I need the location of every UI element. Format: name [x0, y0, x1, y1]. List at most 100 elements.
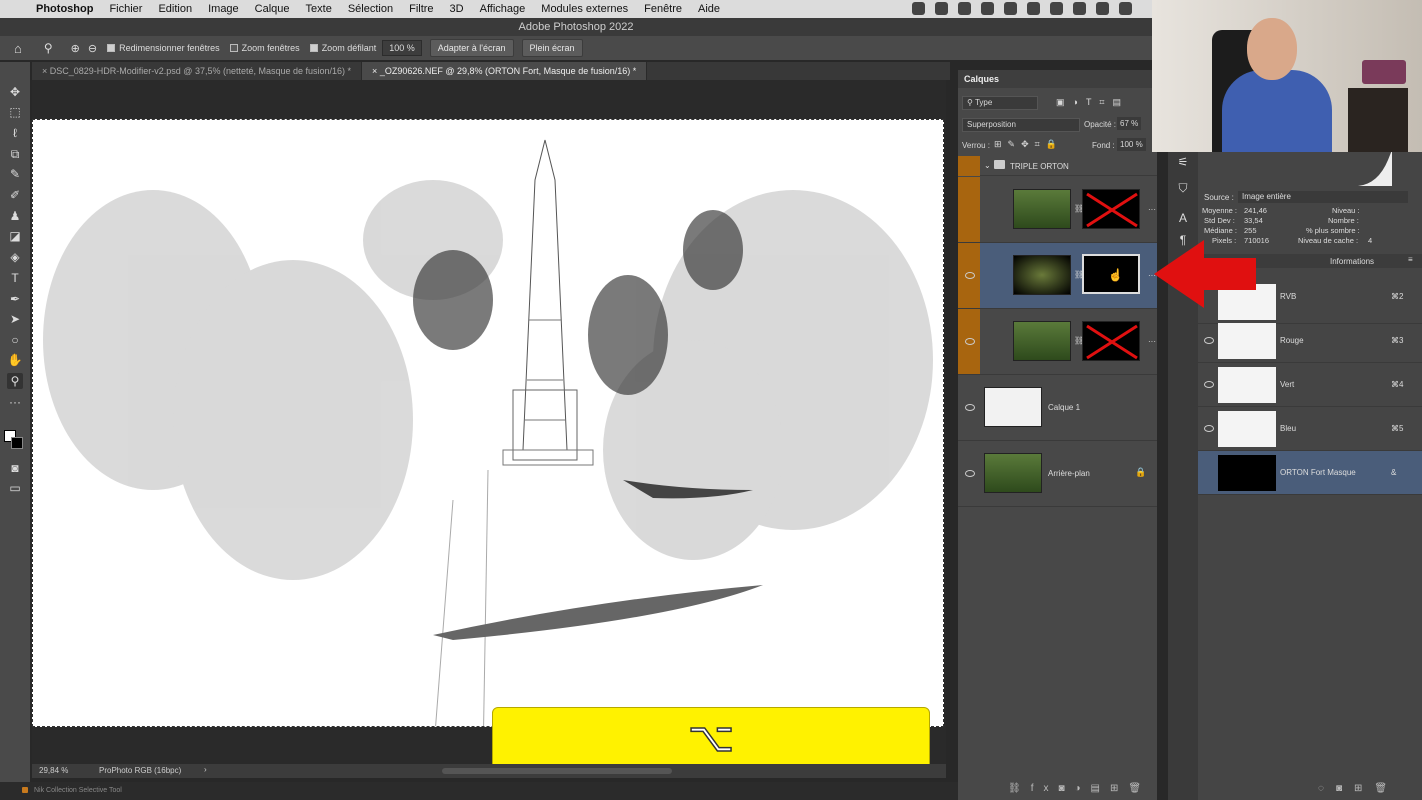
adjustments-icon[interactable]: ⚟ [1175, 154, 1191, 170]
pen-tool-icon[interactable]: ✒ [7, 291, 23, 307]
layers-footer-icons[interactable]: ⛓fx◙◑▤⊞🗑 [1008, 783, 1151, 794]
menu-modules[interactable]: Modules externes [533, 3, 636, 15]
visibility-eye-icon[interactable] [1204, 381, 1214, 388]
volume-icon[interactable] [1096, 2, 1109, 15]
menu-filtre[interactable]: Filtre [401, 3, 441, 15]
path-select-icon[interactable]: ➤ [7, 311, 23, 327]
hand-tool-icon[interactable]: ✋ [7, 352, 23, 368]
eraser-tool-icon[interactable]: ◪ [7, 228, 23, 244]
layer-thumbnail[interactable] [1013, 189, 1071, 229]
zoom-out-icon[interactable]: ⊖ [88, 42, 97, 55]
tab-document-1[interactable]: × DSC_0829-HDR-Modifier-v2.psd @ 37,5% (… [32, 62, 363, 80]
menu-edition[interactable]: Edition [150, 3, 200, 15]
layer-row-orton-selected[interactable]: ⛓ ☝ ··· [958, 243, 1157, 309]
layer-name[interactable]: Calque 1 [1048, 403, 1080, 412]
plus-icon[interactable] [958, 2, 971, 15]
zoom-readout[interactable]: 29,84 % [39, 766, 68, 775]
home-icon[interactable]: ⌂ [14, 41, 22, 56]
layer-group-row[interactable]: ⌄ TRIPLE ORTON [958, 156, 1157, 176]
visibility-eye-icon[interactable] [1204, 425, 1214, 432]
layer-mask-thumbnail[interactable]: ☝ [1082, 254, 1140, 294]
layer-row-background[interactable]: Arrière-plan 🔒 [958, 441, 1157, 507]
horizontal-scrollbar[interactable] [442, 768, 672, 774]
properties-icon[interactable]: ⛉ [1175, 180, 1191, 196]
type-tool-icon[interactable]: T [7, 270, 23, 286]
layer-filter-select[interactable]: ⚲ Type [962, 96, 1038, 110]
menu-image[interactable]: Image [200, 3, 247, 15]
channel-row-green[interactable]: Vert ⌘4 [1198, 363, 1422, 407]
time-machine-icon[interactable] [1050, 2, 1063, 15]
visibility-eye-icon[interactable] [965, 272, 975, 279]
menu-selection[interactable]: Sélection [340, 3, 401, 15]
move-tool-icon[interactable]: ✥ [7, 84, 23, 100]
menu-app-name[interactable]: Photoshop [28, 3, 101, 15]
fill-screen-button[interactable]: Plein écran [521, 39, 583, 57]
layer-thumbnail[interactable] [1013, 255, 1071, 295]
filter-icons[interactable]: ▣◑T⌗▤ [1056, 97, 1129, 108]
lock-icons[interactable]: ⊞✎✥⌗🔒 [994, 139, 1063, 150]
channel-row-red[interactable]: Rouge ⌘3 [1198, 319, 1422, 363]
zoom-tool-icon[interactable]: ⚲ [7, 373, 23, 389]
quick-mask-icon[interactable]: ◙ [7, 460, 23, 476]
blend-mode-select[interactable]: Superposition [962, 118, 1080, 132]
display-icon[interactable] [1073, 2, 1086, 15]
opacity-value[interactable]: 67 % [1117, 117, 1142, 130]
zoom-value-field[interactable]: 100 % [382, 40, 422, 56]
layer-thumbnail[interactable] [1013, 321, 1071, 361]
menu-texte[interactable]: Texte [298, 3, 340, 15]
tab-document-2[interactable]: × _OZ90626.NEF @ 29,8% (ORTON Fort, Masq… [362, 62, 648, 80]
layer-mask-disabled[interactable] [1082, 321, 1140, 361]
channel-row-mask[interactable]: ORTON Fort Masque & [1198, 451, 1422, 495]
layer-row-orton-1[interactable]: ⛓ ··· [958, 177, 1157, 243]
character-icon[interactable]: A [1175, 210, 1191, 226]
layer-row-orton-3[interactable]: ⛓ ··· [958, 309, 1157, 375]
tab-informations[interactable]: Informations [1330, 257, 1374, 266]
menu-3d[interactable]: 3D [442, 3, 472, 15]
butterfly-icon[interactable] [935, 2, 948, 15]
lasso-tool-icon[interactable]: ℓ [7, 125, 23, 141]
play-icon[interactable] [1119, 2, 1132, 15]
layer-more-icon[interactable]: ··· [1148, 337, 1156, 346]
fit-screen-button[interactable]: Adapter à l'écran [429, 39, 514, 57]
visibility-eye-icon[interactable] [965, 404, 975, 411]
group-chevron-icon[interactable]: ⌄ [984, 161, 991, 170]
screen-record-icon[interactable] [1004, 2, 1017, 15]
layer-thumbnail[interactable] [984, 453, 1042, 493]
image-canvas[interactable] [32, 119, 944, 727]
clipboard-icon[interactable] [1027, 2, 1040, 15]
menu-fichier[interactable]: Fichier [101, 3, 150, 15]
menu-aide[interactable]: Aide [690, 3, 728, 15]
layer-mask-disabled[interactable] [1082, 189, 1140, 229]
zoom-windows-checkbox[interactable]: Zoom fenêtres [229, 43, 300, 53]
zoom-tool-icon[interactable]: ⚲ [44, 41, 53, 55]
visibility-eye-icon[interactable] [965, 338, 975, 345]
more-tools-icon[interactable]: ··· [7, 394, 23, 410]
fill-value[interactable]: 100 % [1117, 138, 1146, 151]
layer-more-icon[interactable]: ··· [1148, 205, 1156, 214]
status-chevron-icon[interactable]: › [204, 765, 207, 774]
marquee-tool-icon[interactable]: ⬚ [7, 104, 23, 120]
screen-mode-icon[interactable]: ▭ [7, 480, 23, 496]
menu-calque[interactable]: Calque [247, 3, 298, 15]
group-name[interactable]: TRIPLE ORTON [1010, 162, 1069, 171]
menu-fenetre[interactable]: Fenêtre [636, 3, 690, 15]
visibility-eye-icon[interactable] [965, 470, 975, 477]
eyedropper-icon[interactable]: ✎ [7, 166, 23, 182]
nik-tool-label[interactable]: Nik Collection Selective Tool [34, 787, 122, 794]
layer-row-calque-1[interactable]: Calque 1 [958, 375, 1157, 441]
resize-windows-checkbox[interactable]: Redimensionner fenêtres [107, 43, 220, 53]
panel-menu-icon[interactable]: ≡ [1408, 255, 1413, 264]
nik-collection-icon[interactable] [22, 787, 28, 793]
channel-row-blue[interactable]: Bleu ⌘5 [1198, 407, 1422, 451]
creative-cloud-icon[interactable] [912, 2, 925, 15]
layer-name[interactable]: Arrière-plan [1048, 469, 1090, 478]
camera-icon[interactable] [981, 2, 994, 15]
zoom-in-icon[interactable]: ⊕ [71, 42, 80, 55]
visibility-eye-icon[interactable] [1204, 337, 1214, 344]
brush-tool-icon[interactable]: ✐ [7, 187, 23, 203]
object-select-icon[interactable]: ⧉ [7, 146, 23, 162]
background-color-swatch[interactable] [11, 437, 23, 449]
source-select[interactable]: Image entière [1238, 191, 1408, 203]
stamp-tool-icon[interactable]: ♟ [7, 208, 23, 224]
scrubby-zoom-checkbox[interactable]: Zoom défilant [309, 43, 376, 53]
